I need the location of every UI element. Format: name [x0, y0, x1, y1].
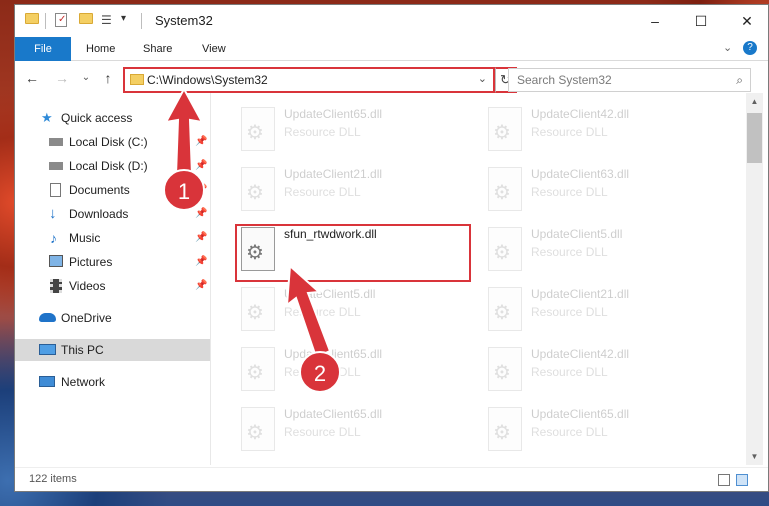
step-badge-2: 2	[299, 351, 341, 393]
annotation-arrows	[164, 86, 332, 359]
arrow-2	[285, 263, 332, 359]
arrow-1	[164, 86, 204, 176]
step-badge-1: 1	[163, 169, 205, 211]
